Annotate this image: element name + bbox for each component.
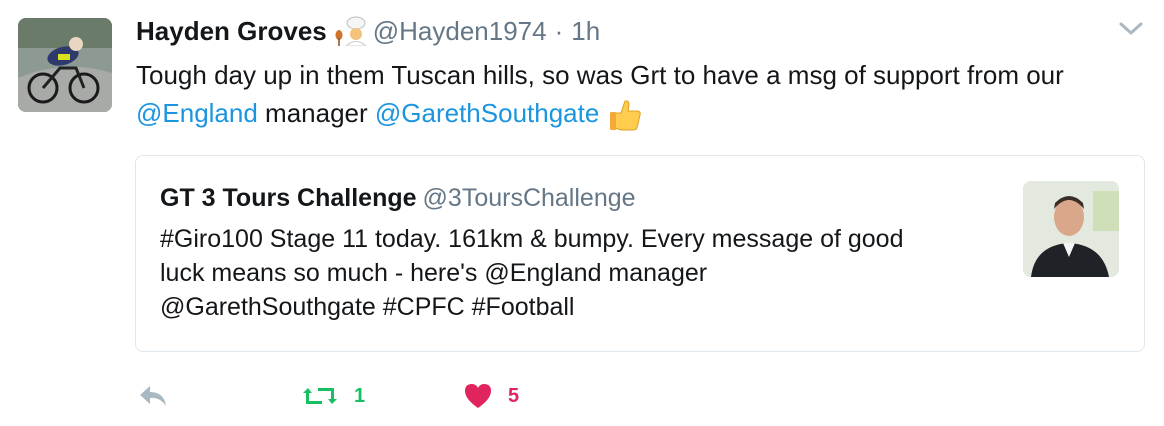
retweet-icon xyxy=(303,388,337,404)
retweet-button[interactable]: 1 xyxy=(300,378,365,414)
man-in-suit-photo-icon xyxy=(1023,181,1119,277)
like-count: 5 xyxy=(508,384,520,407)
heart-icon xyxy=(465,384,491,408)
quoted-text-line: @GarethSouthgate #CPFC #Football xyxy=(160,293,575,321)
tweet-header: Hayden Groves @Hayden1974 · 1h xyxy=(136,15,600,47)
quoted-text-line: #Giro100 Stage 11 today. 161km & bumpy. … xyxy=(160,225,904,253)
quoted-tweet-card[interactable]: GT 3 Tours Challenge @3ToursChallenge #Gi… xyxy=(135,155,1145,352)
quoted-text-line: luck means so much - here's @England man… xyxy=(160,259,708,287)
chef-emoji-icon xyxy=(329,16,369,47)
author-avatar[interactable] xyxy=(18,18,112,112)
separator-dot: · xyxy=(554,15,564,46)
thumbs-up-emoji-icon xyxy=(607,97,643,133)
quoted-tweet-thumbnail[interactable] xyxy=(1023,181,1119,277)
tweet-text-part: Tough day up in them Tuscan hills, so wa… xyxy=(136,60,1064,90)
author-handle[interactable]: @Hayden1974 xyxy=(373,16,547,47)
like-button[interactable]: 5 xyxy=(462,378,519,414)
quoted-tweet-header: GT 3 Tours Challenge @3ToursChallenge xyxy=(160,184,636,213)
quoted-author-name: GT 3 Tours Challenge xyxy=(160,184,417,212)
tweet-text: Tough day up in them Tuscan hills, so wa… xyxy=(136,56,1156,133)
tweet-actions: 1 5 xyxy=(136,378,736,414)
author-name[interactable]: Hayden Groves xyxy=(136,16,327,47)
tweet-text-part: manager xyxy=(257,98,375,128)
quoted-author-handle: @3ToursChallenge xyxy=(422,184,636,212)
tweet-timestamp[interactable]: 1h xyxy=(571,16,600,47)
cyclist-avatar-icon xyxy=(18,18,112,112)
chevron-down-icon[interactable] xyxy=(1118,20,1144,38)
mention-link-garethsouthgate[interactable]: @GarethSouthgate xyxy=(375,98,599,128)
reply-icon xyxy=(140,386,166,406)
quoted-tweet-text: #Giro100 Stage 11 today. 161km & bumpy. … xyxy=(160,222,1010,324)
retweet-count: 1 xyxy=(354,384,366,407)
mention-link-england[interactable]: @England xyxy=(136,98,258,128)
reply-button[interactable] xyxy=(136,378,170,414)
